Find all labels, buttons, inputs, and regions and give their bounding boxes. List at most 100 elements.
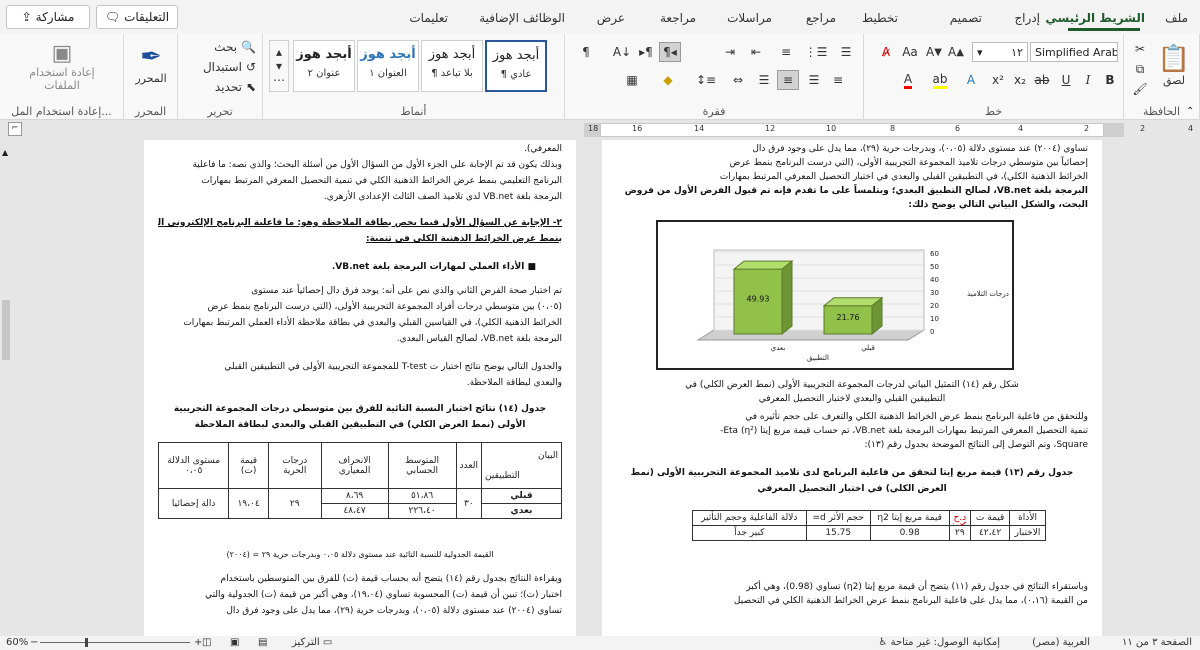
- document-page-right[interactable]: تساوي (٢٠٠٤) عند مستوى دلالة (٠،٠٥)، وبد…: [602, 140, 1102, 636]
- distributed-icon[interactable]: ⇔: [727, 70, 749, 90]
- comments-button[interactable]: 🗨 التعليقات: [96, 5, 178, 29]
- search-icon: 🔍: [241, 40, 256, 54]
- highlight-color-icon[interactable]: ab: [926, 70, 954, 90]
- table-cell: كبير جداً: [692, 525, 807, 541]
- underline-icon[interactable]: U: [1056, 70, 1076, 90]
- share-button[interactable]: ⇪ مشاركة: [6, 5, 90, 29]
- zoom-slider-thumb[interactable]: [85, 638, 88, 647]
- style-no-spacing[interactable]: أبجد هوز ¶ بلا تباعد: [421, 40, 483, 92]
- paste-button[interactable]: 📋 لصق: [1154, 40, 1194, 90]
- font-name-combo[interactable]: Simplified Arabic: [1030, 42, 1118, 62]
- y-tick-label: 50: [930, 263, 939, 271]
- text-effects-icon[interactable]: A: [960, 70, 982, 90]
- find-button[interactable]: بحث 🔍: [186, 38, 256, 56]
- multilevel-list-icon[interactable]: ≡: [775, 42, 797, 62]
- read-mode-icon[interactable]: ▤: [258, 637, 267, 648]
- ruler-number: 14: [694, 124, 705, 133]
- font-color-icon[interactable]: A: [894, 70, 922, 90]
- style-heading-1[interactable]: أبجد هوز العنوان ١: [357, 40, 419, 92]
- paragraph-line: البحث، والشكل البياني التالي يوضح ذلك:: [908, 200, 1088, 210]
- tab-layout[interactable]: تخطيط: [862, 11, 898, 25]
- tab-view[interactable]: عرض: [597, 11, 625, 25]
- justify-icon[interactable]: ☰: [753, 70, 775, 90]
- tab-review[interactable]: مراجعة: [660, 11, 696, 25]
- paragraph-group: ☰ ⋮☰ ≡ ⇤ ⇥ ¶◂ ▸¶ A↓ ¶ ≡ ☰ ≡ ☰ ⇔ ↕≡ ◆ ▦ ف…: [565, 34, 864, 120]
- tab-insert[interactable]: إدراج: [1014, 11, 1040, 25]
- table-title: جدول (١٤) نتائج اختبار النسبة التائية لل…: [173, 404, 547, 414]
- y-tick-label: 0: [930, 328, 934, 336]
- scroll-thumb[interactable]: [2, 300, 10, 360]
- ruler-number: 2: [1140, 124, 1146, 133]
- superscript-icon[interactable]: x²: [988, 70, 1008, 90]
- zoom-level[interactable]: 60%: [6, 637, 28, 648]
- ribbon-tab-bar: ملف الشريط الرئيسي إدراج تصميم تخطيط مرا…: [0, 0, 1200, 34]
- table-title: جدول رقم (١٣) قيمة مربع إيتا لتحقق من فا…: [630, 468, 1074, 478]
- web-layout-icon[interactable]: ◫: [202, 637, 211, 648]
- tab-references[interactable]: مراجع: [806, 11, 836, 25]
- zoom-out-icon[interactable]: −: [30, 637, 38, 648]
- cut-icon[interactable]: ✂: [1130, 40, 1150, 58]
- clear-formatting-icon[interactable]: A̷: [876, 42, 896, 62]
- tab-help[interactable]: تعليمات: [409, 11, 448, 25]
- print-layout-icon[interactable]: ▣: [230, 637, 239, 648]
- data-label: 49.93: [747, 295, 770, 304]
- table-cell: 0.98: [869, 525, 950, 541]
- show-marks-icon[interactable]: ¶: [575, 42, 597, 62]
- shading-icon[interactable]: ◆: [655, 70, 681, 90]
- numbering-icon[interactable]: ⋮☰: [805, 42, 828, 62]
- accessibility-status[interactable]: ♿ إمكانية الوصول: غير متاحة: [878, 637, 1000, 648]
- reuse-files-button[interactable]: ▣ إعادة استخدام الملفات: [20, 38, 104, 94]
- collapse-ribbon-icon[interactable]: ⌃: [1186, 106, 1194, 117]
- align-center-icon[interactable]: ☰: [803, 70, 825, 90]
- table-cell: ٢٢٦،٤٠: [387, 503, 457, 519]
- copy-icon[interactable]: ⧉: [1130, 60, 1150, 78]
- select-button[interactable]: تحديد ⬉: [186, 78, 256, 96]
- paragraph-line: المعرفي).: [524, 144, 562, 154]
- zoom-in-icon[interactable]: +: [194, 637, 202, 648]
- page-count[interactable]: الصفحة ٣ من ١١: [1122, 637, 1192, 648]
- table-header: الأداة: [1009, 510, 1046, 526]
- italic-icon[interactable]: I: [1078, 70, 1098, 90]
- ltr-direction-icon[interactable]: ▸¶: [635, 42, 657, 62]
- font-group-label: خط: [984, 105, 1003, 118]
- sort-icon[interactable]: A↓: [611, 42, 633, 62]
- styles-scroll[interactable]: ▴ ▾ ⋯: [269, 40, 289, 92]
- tab-home[interactable]: الشريط الرئيسي: [1045, 11, 1145, 25]
- change-case-icon[interactable]: Aa: [900, 42, 920, 62]
- shrink-font-icon[interactable]: A ▼: [924, 42, 944, 62]
- editor-button[interactable]: ✒ المحرر: [128, 38, 174, 88]
- style-normal[interactable]: أبجد هوز ¶ عادي: [485, 40, 547, 92]
- editing-group: بحث 🔍 استبدال ↺ تحديد ⬉ تحرير: [178, 34, 263, 120]
- zoom-slider[interactable]: [40, 642, 190, 643]
- table-cell: ٥١،٨٦: [387, 488, 457, 504]
- tab-selector-icon[interactable]: ⌐: [8, 122, 22, 136]
- decrease-indent-icon[interactable]: ⇤: [745, 42, 767, 62]
- bullets-icon[interactable]: ☰: [835, 42, 857, 62]
- language-indicator[interactable]: العربية (مصر): [1032, 637, 1090, 648]
- tab-file[interactable]: ملف: [1165, 11, 1188, 25]
- grow-font-icon[interactable]: A ▲: [946, 42, 966, 62]
- document-page-left[interactable]: المعرفي). وبذلك يكون قد تم الإجابة على ا…: [144, 140, 576, 636]
- focus-mode-button[interactable]: التركيز ▭: [292, 637, 332, 648]
- font-size-combo[interactable]: ▾ ١٢: [972, 42, 1028, 62]
- table-header: الانحراف المعياري: [320, 442, 389, 489]
- format-painter-icon[interactable]: 🖌: [1130, 80, 1150, 98]
- bold-icon[interactable]: B: [1100, 70, 1120, 90]
- style-heading-2[interactable]: أبجد هوز عنوان ٢: [293, 40, 355, 92]
- line-spacing-icon[interactable]: ↕≡: [693, 70, 719, 90]
- subscript-icon[interactable]: x₂: [1010, 70, 1030, 90]
- tab-design[interactable]: تصميم: [950, 11, 982, 25]
- replace-button[interactable]: استبدال ↺: [186, 58, 256, 76]
- increase-indent-icon[interactable]: ⇥: [719, 42, 741, 62]
- borders-icon[interactable]: ▦: [619, 70, 645, 90]
- ruler-number: 4: [1018, 124, 1024, 133]
- align-left-icon[interactable]: ≡: [827, 70, 849, 90]
- tab-mailings[interactable]: مراسلات: [727, 11, 772, 25]
- table-row: قبلي ٣٠ ٥١،٨٦ ٨،٦٩ ٢٩ ١٩،٠٤ دالة إحصائيا: [157, 488, 562, 519]
- scroll-up-icon[interactable]: ▲: [2, 148, 10, 158]
- align-right-icon[interactable]: ≡: [777, 70, 799, 90]
- y-tick-label: 10: [930, 315, 939, 323]
- tab-addins[interactable]: الوظائف الإضافية: [479, 11, 565, 25]
- rtl-direction-icon[interactable]: ¶◂: [659, 42, 681, 62]
- strikethrough-icon[interactable]: ab: [1032, 70, 1052, 90]
